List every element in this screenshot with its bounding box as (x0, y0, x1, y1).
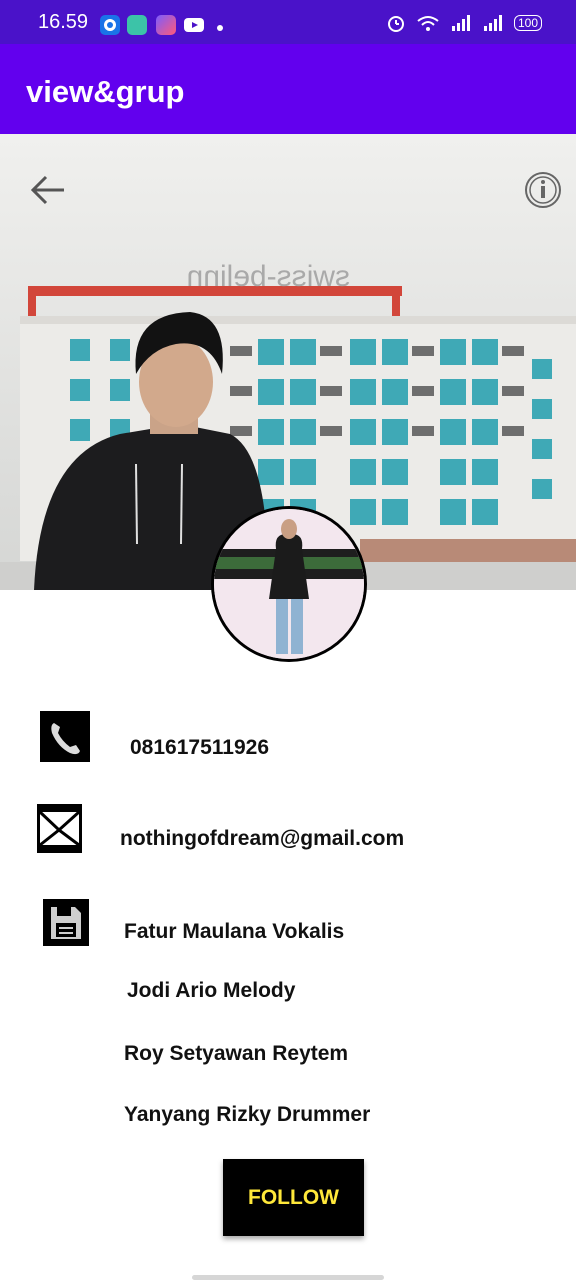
shortcut-app-icon (156, 15, 176, 35)
status-time: 16.59 (38, 11, 89, 33)
avatar (211, 506, 367, 662)
status-icons: 100 (386, 12, 542, 34)
youtube-icon (183, 15, 205, 35)
battery-icon: 100 (513, 15, 542, 31)
app-bar: view&grup (0, 44, 576, 134)
signal-icon-2 (483, 15, 502, 31)
alarm-app-icon (127, 15, 147, 35)
member-name: Jodi Ario Melody (127, 979, 296, 1002)
alarm-clock-icon (387, 16, 404, 32)
signal-icon (451, 15, 470, 31)
app-title: view&grup (26, 74, 185, 109)
wifi-icon (417, 16, 439, 31)
phone-number: 081617511926 (130, 736, 269, 759)
chrome-notif-icon (100, 15, 120, 35)
phone-icon (40, 711, 90, 762)
back-arrow-icon[interactable] (28, 170, 68, 210)
save-icon (43, 899, 89, 946)
gesture-nav-bar[interactable] (192, 1275, 384, 1280)
follow-button[interactable]: FOLLOW (223, 1159, 364, 1236)
member-name: Fatur Maulana Vokalis (124, 920, 345, 943)
email-address: nothingofdream@gmail.com (120, 827, 405, 850)
more-notifications-dot (217, 25, 223, 31)
building-sign: swiss-belinn (187, 260, 350, 293)
member-name: Yanyang Rizky Drummer (124, 1103, 371, 1126)
status-bar: 16.59 100 (0, 0, 576, 44)
email-icon (37, 804, 82, 853)
member-name: Roy Setyawan Reytem (124, 1042, 349, 1065)
info-icon[interactable] (523, 170, 563, 210)
